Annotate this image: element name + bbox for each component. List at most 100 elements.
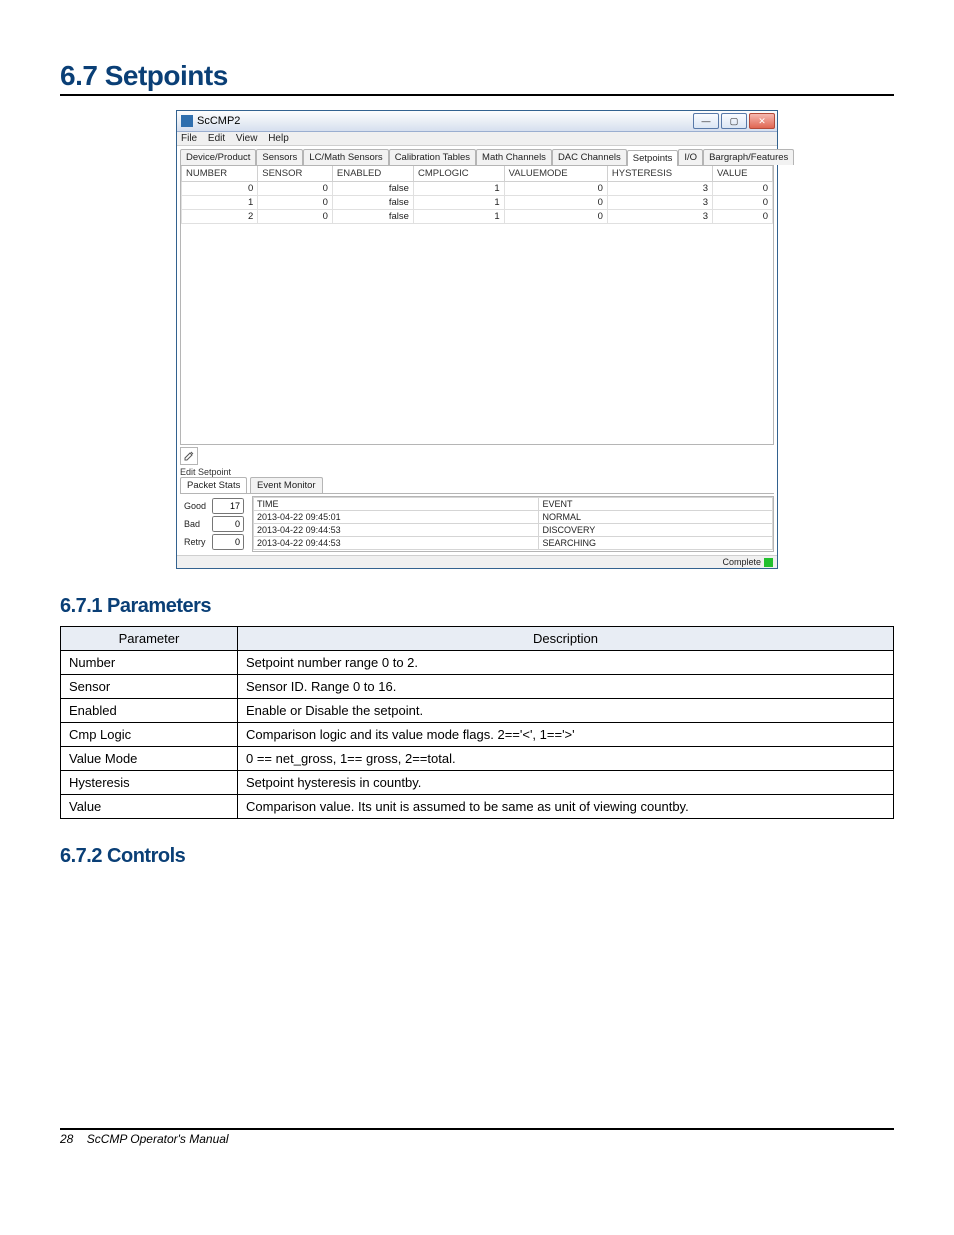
stat-label: Retry	[182, 534, 208, 550]
parameters-table: Parameter Description NumberSetpoint num…	[60, 626, 894, 819]
table-row: 2013-04-22 09:45:01NORMAL	[254, 511, 773, 524]
param-name: Enabled	[61, 699, 238, 723]
table-cell[interactable]: false	[332, 210, 413, 224]
table-row: EnabledEnable or Disable the setpoint.	[61, 699, 894, 723]
tab-strip: Device/Product Sensors LC/Math Sensors C…	[180, 149, 774, 166]
table-cell[interactable]: 0	[258, 182, 333, 196]
param-name: Cmp Logic	[61, 723, 238, 747]
subtab-packet-stats[interactable]: Packet Stats	[180, 477, 247, 493]
maximize-button[interactable]: ▢	[721, 113, 747, 129]
param-description: Comparison value. Its unit is assumed to…	[238, 795, 894, 819]
table-cell[interactable]: 0	[713, 182, 773, 196]
tab-io[interactable]: I/O	[678, 149, 703, 165]
app-window: ScCMP2 — ▢ ✕ File Edit View Help Device/…	[176, 110, 778, 569]
table-cell[interactable]: 0	[258, 196, 333, 210]
col-header[interactable]: VALUE	[713, 166, 773, 182]
tab-dac-channels[interactable]: DAC Channels	[552, 149, 627, 165]
table-cell[interactable]: 0	[713, 210, 773, 224]
tab-setpoints[interactable]: Setpoints	[627, 150, 679, 166]
param-name: Sensor	[61, 675, 238, 699]
stat-label: Good	[182, 498, 208, 514]
table-cell[interactable]: 3	[607, 196, 712, 210]
table-row: HysteresisSetpoint hysteresis in countby…	[61, 771, 894, 795]
table-cell[interactable]: 3	[607, 210, 712, 224]
section-heading: 6.7 Setpoints	[60, 60, 894, 96]
parameters-heading: 6.7.1 Parameters	[60, 595, 894, 618]
stat-value	[212, 516, 244, 532]
col-header[interactable]: HYSTERESIS	[607, 166, 712, 182]
param-name: Hysteresis	[61, 771, 238, 795]
table-row: SensorSensor ID. Range 0 to 16.	[61, 675, 894, 699]
table-row[interactable]: 10false1030	[182, 196, 773, 210]
subtab-strip: Packet Stats Event Monitor	[180, 477, 774, 494]
status-text: Complete	[722, 557, 761, 567]
param-name: Number	[61, 651, 238, 675]
tab-sensors[interactable]: Sensors	[256, 149, 303, 165]
stat-value	[212, 498, 244, 514]
col-header[interactable]: ENABLED	[332, 166, 413, 182]
table-row: NumberSetpoint number range 0 to 2.	[61, 651, 894, 675]
table-cell[interactable]: 1	[413, 182, 504, 196]
stat-value	[212, 534, 244, 550]
table-row[interactable]: 00false1030	[182, 182, 773, 196]
app-icon	[181, 115, 193, 127]
grid-toolbar	[180, 447, 774, 465]
minimize-button[interactable]: —	[693, 113, 719, 129]
col-header[interactable]: SENSOR	[258, 166, 333, 182]
table-cell[interactable]: 0	[504, 196, 607, 210]
col-header[interactable]: VALUEMODE	[504, 166, 607, 182]
param-header: Parameter	[61, 627, 238, 651]
footer-title: ScCMP Operator's Manual	[87, 1132, 229, 1146]
table-cell[interactable]: 0	[504, 210, 607, 224]
table-cell[interactable]: 0	[713, 196, 773, 210]
tab-calibration-tables[interactable]: Calibration Tables	[389, 149, 476, 165]
col-header[interactable]: NUMBER	[182, 166, 258, 182]
menu-item[interactable]: Edit	[208, 133, 225, 144]
data-grid: NUMBER SENSOR ENABLED CMPLOGIC VALUEMODE…	[180, 166, 774, 445]
window-title: ScCMP2	[197, 115, 693, 127]
menu-item[interactable]: File	[181, 133, 197, 144]
table-cell[interactable]: 1	[413, 210, 504, 224]
event-time: 2013-04-22 09:44:53	[254, 537, 539, 550]
table-cell[interactable]: 0	[182, 182, 258, 196]
table-row[interactable]: 20false1030	[182, 210, 773, 224]
table-row: Value Mode0 == net_gross, 1== gross, 2==…	[61, 747, 894, 771]
col-header[interactable]: CMPLOGIC	[413, 166, 504, 182]
table-cell[interactable]: 0	[504, 182, 607, 196]
edit-setpoint-label: Edit Setpoint	[180, 467, 774, 477]
param-header: Description	[238, 627, 894, 651]
param-description: Setpoint hysteresis in countby.	[238, 771, 894, 795]
tab-lcmath-sensors[interactable]: LC/Math Sensors	[303, 149, 388, 165]
event-name: DISCOVERY	[539, 524, 773, 537]
table-cell[interactable]: false	[332, 182, 413, 196]
event-monitor-table: TIME EVENT 2013-04-22 09:45:01NORMAL2013…	[252, 496, 774, 552]
table-cell[interactable]: false	[332, 196, 413, 210]
window-titlebar: ScCMP2 — ▢ ✕	[177, 111, 777, 132]
controls-heading: 6.7.2 Controls	[60, 845, 894, 868]
param-description: Sensor ID. Range 0 to 16.	[238, 675, 894, 699]
menu-bar: File Edit View Help	[177, 132, 777, 146]
table-cell[interactable]: 0	[258, 210, 333, 224]
page-footer: 28 ScCMP Operator's Manual	[60, 1128, 894, 1146]
tab-device-product[interactable]: Device/Product	[180, 149, 256, 165]
param-description: Setpoint number range 0 to 2.	[238, 651, 894, 675]
stat-label: Bad	[182, 516, 208, 532]
edit-icon[interactable]	[180, 447, 198, 465]
event-time: 2013-04-22 09:45:01	[254, 511, 539, 524]
table-row: 2013-04-22 09:44:53SEARCHING	[254, 537, 773, 550]
param-name: Value	[61, 795, 238, 819]
status-lamp-icon	[764, 558, 773, 567]
menu-item[interactable]: View	[236, 133, 258, 144]
table-cell[interactable]: 2	[182, 210, 258, 224]
status-bar: Complete	[177, 555, 777, 568]
tab-math-channels[interactable]: Math Channels	[476, 149, 552, 165]
packet-stats-panel: Good Bad Retry	[180, 496, 248, 552]
subtab-event-monitor[interactable]: Event Monitor	[250, 477, 323, 493]
table-cell[interactable]: 3	[607, 182, 712, 196]
tab-bargraph-features[interactable]: Bargraph/Features	[703, 149, 794, 165]
table-cell[interactable]: 1	[413, 196, 504, 210]
event-name: SEARCHING	[539, 537, 773, 550]
menu-item[interactable]: Help	[268, 133, 289, 144]
table-cell[interactable]: 1	[182, 196, 258, 210]
close-button[interactable]: ✕	[749, 113, 775, 129]
